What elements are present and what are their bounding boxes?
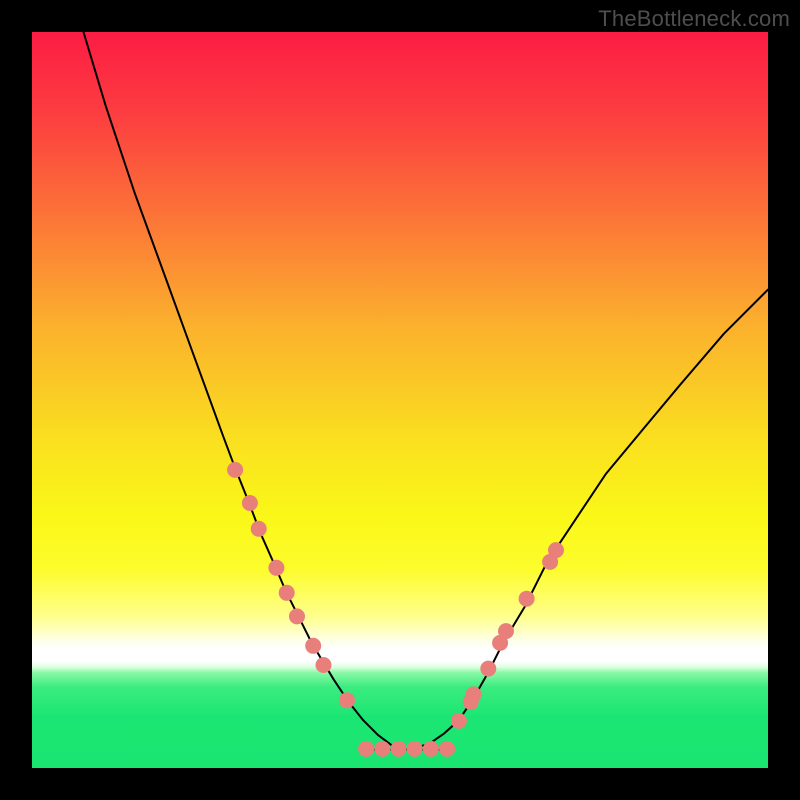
series-right-curve — [404, 290, 768, 750]
marker-dot — [451, 713, 467, 729]
marker-dot — [279, 585, 295, 601]
marker-dot — [407, 741, 423, 757]
plot-area — [32, 32, 768, 768]
marker-dot — [289, 608, 305, 624]
marker-dot — [480, 661, 496, 677]
marker-dot — [466, 686, 482, 702]
marker-dot — [498, 623, 514, 639]
marker-dot — [339, 692, 355, 708]
marker-dot — [519, 591, 535, 607]
marker-dot — [439, 741, 455, 757]
marker-dot — [374, 741, 390, 757]
marker-dot — [305, 638, 321, 654]
marker-dot — [548, 542, 564, 558]
marker-dot — [268, 560, 284, 576]
marker-dot — [391, 741, 407, 757]
series-left-curve — [84, 32, 404, 750]
curve-layer — [32, 32, 768, 768]
chart-frame: TheBottleneck.com — [0, 0, 800, 800]
marker-dot — [227, 462, 243, 478]
marker-dot — [423, 741, 439, 757]
marker-dot — [316, 657, 332, 673]
marker-dot — [251, 521, 267, 537]
watermark-text: TheBottleneck.com — [598, 6, 790, 32]
marker-dot — [358, 741, 374, 757]
marker-dot — [242, 495, 258, 511]
